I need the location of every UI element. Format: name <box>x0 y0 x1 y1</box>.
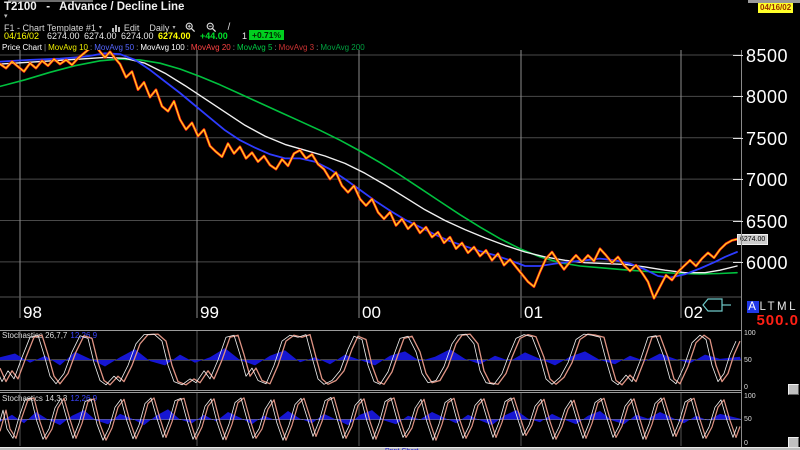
chart-window: T2100 - Advance / Decline Line 04/16/02 … <box>0 0 800 450</box>
x-axis-label: 02 <box>684 303 703 322</box>
price-axis-tick <box>733 137 743 139</box>
main-price-chart[interactable] <box>0 50 800 335</box>
panel-button-1[interactable] <box>788 384 799 395</box>
quote-date: 04/16/02 <box>4 31 40 41</box>
panel-divider <box>0 390 742 391</box>
quote-high: 6274.00 <box>84 31 117 41</box>
movavg-5-line <box>0 50 738 299</box>
pointer-annotation <box>702 298 731 312</box>
session-date-badge: 04/16/02 <box>758 3 794 13</box>
movavg-50-line <box>0 52 738 279</box>
quote-last: 6274.00 <box>158 31 191 41</box>
chevron-down-icon: ▾ <box>172 25 176 31</box>
y-axis-label: 8000 <box>746 87 789 108</box>
x-axis-label: 00 <box>362 303 381 322</box>
window-title: T2100 - Advance / Decline Line <box>4 1 185 13</box>
x-axis-label: 01 <box>524 303 543 322</box>
y-axis-label: 7000 <box>746 170 789 191</box>
price-axis-tick <box>733 220 743 222</box>
movavg-100-line <box>0 56 738 274</box>
price-axis-tick <box>733 54 743 56</box>
quote-flag: 1 <box>242 31 248 41</box>
price-axis-line <box>741 50 742 447</box>
movavg-200-line <box>0 58 738 275</box>
quote-open: 6274.00 <box>47 31 80 41</box>
stoch-scale-label: 100 <box>744 392 756 400</box>
title-dropdown-caret[interactable]: ▾ <box>4 12 8 20</box>
chevron-down-icon: ▾ <box>98 25 102 31</box>
price-chart-line <box>0 50 739 300</box>
y-axis-label: 6500 <box>746 211 789 232</box>
stoch-scale-label: 50 <box>744 416 752 423</box>
quote-low: 6274.00 <box>121 31 154 41</box>
y-axis-label: 8500 <box>746 45 789 66</box>
y-axis-label: 7500 <box>746 128 789 149</box>
x-axis-label: 98 <box>23 303 42 322</box>
stochastics-panel-1[interactable] <box>0 331 741 390</box>
stoch-scale-label: 50 <box>744 356 752 364</box>
y-axis-label: 6000 <box>746 252 789 273</box>
price-axis-tick <box>733 179 743 181</box>
price-axis-tick <box>733 261 743 263</box>
percent-change-badge: +0.71% <box>249 30 285 40</box>
red-value-label: 500.0 <box>756 312 799 329</box>
x-axis-label: 99 <box>200 303 219 322</box>
stochastics-panel-2[interactable] <box>0 393 741 446</box>
quote-change: +44.00 <box>200 31 228 41</box>
stoch-scale-label: 0 <box>744 383 748 391</box>
stoch-scale-label: 0 <box>744 439 748 447</box>
price-axis-tick <box>733 96 743 98</box>
stoch-scale-label: 100 <box>744 329 756 337</box>
